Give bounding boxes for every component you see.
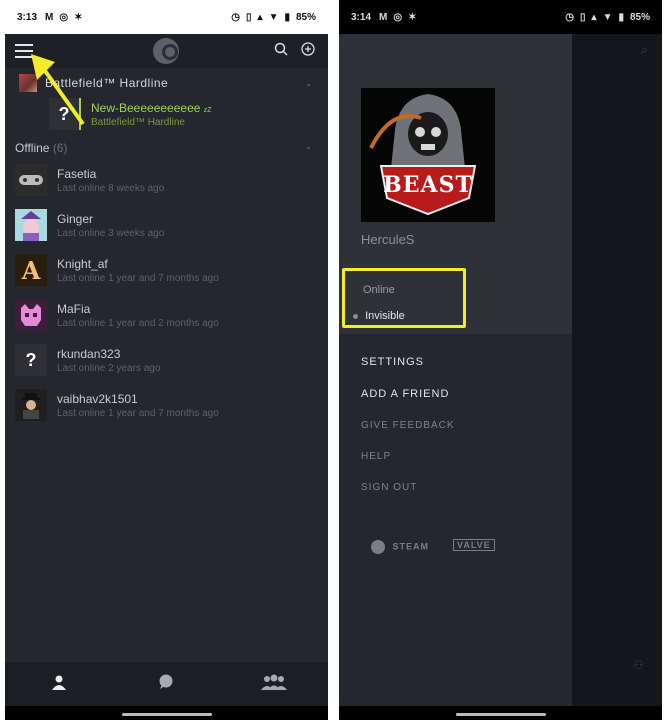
profile-name: HerculeS xyxy=(361,232,415,247)
bottom-nav xyxy=(5,662,328,706)
friend-row[interactable]: vaibhav2k1501 Last online 1 year and 7 m… xyxy=(15,387,328,423)
friend-game: Battlefield™ Hardline xyxy=(91,116,185,128)
valve-brand-text: VALVE xyxy=(453,539,495,551)
gmail-icon: M xyxy=(379,11,388,23)
menu-help[interactable]: HELP xyxy=(361,451,391,462)
brightness-icon: ✶ xyxy=(408,11,417,23)
menu-give-feedback[interactable]: GIVE FEEDBACK xyxy=(361,420,455,431)
menu-add-friend[interactable]: ADD A FRIEND xyxy=(361,388,449,400)
friend-info: MaFia Last online 1 year and 2 months ag… xyxy=(57,302,219,329)
friend-status: Last online 1 year and 7 months ago xyxy=(57,272,219,284)
vibrate-icon: ▯ xyxy=(246,11,252,23)
gmail-icon: M xyxy=(45,11,54,23)
avatar xyxy=(15,299,47,331)
friend-info: New-Beeeeeeeeeee zZ Battlefield™ Hardlin… xyxy=(91,101,212,128)
avatar: A xyxy=(15,254,47,286)
status-time: 3:14 xyxy=(351,11,372,23)
steam-logo-icon xyxy=(371,540,385,554)
home-indicator xyxy=(455,713,546,716)
friend-status: Last online 1 year and 2 months ago xyxy=(57,317,219,329)
vibrate-icon: ▯ xyxy=(580,11,586,23)
battery-level: 85% xyxy=(629,11,650,23)
status-right-icons: ◷ ▯ ▴ ▼ ▮ 85% xyxy=(231,12,316,23)
annotation-arrow xyxy=(31,54,85,126)
friend-name: vaibhav2k1501 xyxy=(57,391,138,406)
search-icon: ⌕ xyxy=(640,42,648,57)
alarm-icon: ◷ xyxy=(565,11,575,23)
friend-status: Last online 1 year and 7 months ago xyxy=(57,407,219,419)
friend-name: Fasetia xyxy=(57,166,97,181)
app-icon: ◎ xyxy=(59,11,69,23)
profile-badge-text: BEAST xyxy=(383,172,473,198)
battery-icon: ▮ xyxy=(284,11,290,23)
steam-brand-text: STEAM xyxy=(392,541,430,552)
groups-tab-icon: ⚇ xyxy=(633,658,644,672)
home-indicator xyxy=(121,713,212,716)
drawer-screen: ⌕ ⚇ BEAST HerculeS Online Invisible SETT… xyxy=(339,34,662,706)
wifi-icon: ▼ xyxy=(268,11,279,23)
friend-name: MaFia xyxy=(57,301,91,316)
avatar xyxy=(15,389,47,421)
valve-brand: VALVE xyxy=(453,539,495,551)
status-left-icons: M ◎ ✶ xyxy=(45,12,82,23)
friend-name: Knight_af xyxy=(57,256,108,271)
friend-status: Last online 2 years ago xyxy=(57,362,161,374)
profile-avatar[interactable]: BEAST xyxy=(361,88,495,222)
status-bar: 3:13 M ◎ ✶ ◷ ▯ ▴ ▼ ▮ 85% xyxy=(5,0,328,34)
friend-row[interactable]: ? rkundan323 Last online 2 years ago xyxy=(15,342,328,378)
status-time: 3:13 xyxy=(17,11,38,23)
avatar xyxy=(15,209,47,241)
battery-level: 85% xyxy=(295,11,316,23)
menu-sign-out[interactable]: SIGN OUT xyxy=(361,482,417,493)
status-right-icons: ◷ ▯ ▴ ▼ ▮ 85% xyxy=(565,12,650,23)
friends-list-screenshot: 3:13 M ◎ ✶ ◷ ▯ ▴ ▼ ▮ 85% Battlefield™ Ha… xyxy=(5,0,328,720)
friends-screen: Battlefield™ Hardline ⌄ ? New-Beeeeeeeee… xyxy=(5,34,328,706)
battery-icon: ▮ xyxy=(618,11,624,23)
brightness-icon: ✶ xyxy=(74,11,83,23)
friend-info: rkundan323 Last online 2 years ago xyxy=(57,347,160,374)
search-icon[interactable] xyxy=(273,42,289,58)
friend-name: New-Beeeeeeeeeee zZ xyxy=(91,100,212,115)
offline-label: Offline xyxy=(15,141,50,155)
friend-info: Knight_af Last online 1 year and 7 month… xyxy=(57,257,219,284)
friend-status: Last online 8 weeks ago xyxy=(57,182,165,194)
status-bar: 3:14 M ◎ ✶ ◷ ▯ ▴ ▼ ▮ 85% xyxy=(339,0,662,34)
offline-section-header[interactable]: Offline (6) xyxy=(15,141,67,155)
friend-row[interactable]: A Knight_af Last online 1 year and 7 mon… xyxy=(15,252,328,288)
signal-icon: ▴ xyxy=(591,11,597,23)
groups-tab-icon[interactable] xyxy=(260,674,288,694)
menu-settings[interactable]: SETTINGS xyxy=(361,356,424,368)
alarm-icon: ◷ xyxy=(231,11,241,23)
friend-row[interactable]: Ginger Last online 3 weeks ago xyxy=(15,207,328,243)
signal-icon: ▴ xyxy=(257,11,263,23)
collapse-icon[interactable]: ⌄ xyxy=(305,79,312,88)
chat-tab-icon[interactable] xyxy=(152,674,180,694)
friend-row[interactable]: Fasetia Last online 8 weeks ago xyxy=(15,162,328,198)
side-drawer: BEAST HerculeS Online Invisible SETTINGS… xyxy=(339,34,572,706)
app-icon: ◎ xyxy=(393,11,403,23)
collapse-icon[interactable]: ⌄ xyxy=(305,142,312,151)
friend-info: Ginger Last online 3 weeks ago xyxy=(57,212,164,239)
sleep-icon: zZ xyxy=(203,106,212,114)
friend-info: Fasetia Last online 8 weeks ago xyxy=(57,167,164,194)
friends-tab-icon[interactable] xyxy=(45,674,73,694)
friend-info: vaibhav2k1501 Last online 1 year and 7 m… xyxy=(57,392,219,419)
drawer-menu-screenshot: 3:14 M ◎ ✶ ◷ ▯ ▴ ▼ ▮ 85% ⌕ ⚇ BEAST Hercu… xyxy=(339,0,662,720)
status-left-icons: M ◎ ✶ xyxy=(379,12,416,23)
friend-name: rkundan323 xyxy=(57,346,121,361)
wifi-icon: ▼ xyxy=(602,11,613,23)
avatar: ? xyxy=(15,344,47,376)
add-friend-icon[interactable] xyxy=(300,42,316,58)
friend-name: Ginger xyxy=(57,211,94,226)
avatar xyxy=(15,164,47,196)
annotation-highlight-box xyxy=(342,268,466,328)
dimmed-background[interactable]: ⌕ ⚇ xyxy=(572,34,662,706)
steam-brand: STEAM xyxy=(371,540,429,554)
friend-row[interactable]: MaFia Last online 1 year and 2 months ag… xyxy=(15,297,328,333)
steam-logo-icon xyxy=(153,38,179,64)
offline-count: (6) xyxy=(52,141,68,155)
friend-status: Last online 3 weeks ago xyxy=(57,227,165,239)
